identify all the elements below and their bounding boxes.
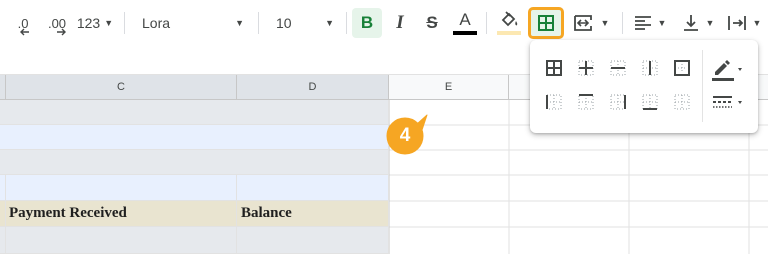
strikethrough-button[interactable]: S <box>418 0 446 46</box>
arrow-left-icon <box>20 28 29 36</box>
right-border-option[interactable] <box>608 92 628 112</box>
pencil-icon <box>712 60 742 81</box>
font-family-dropdown[interactable]: Lora ▼ <box>132 0 250 46</box>
column-header-c[interactable]: C <box>6 75 237 100</box>
caret-down-icon: ▼ <box>600 18 610 28</box>
toolbar-divider <box>622 12 623 34</box>
all-borders-icon <box>546 60 562 76</box>
paint-bucket-icon <box>501 11 518 27</box>
caret-down-icon: ▼ <box>104 18 114 28</box>
number-format-dropdown[interactable]: 123 ▼ <box>74 0 116 46</box>
clear-borders-option[interactable] <box>672 92 692 112</box>
payment-received-cell[interactable]: Payment Received <box>6 201 237 227</box>
fill-color-button[interactable] <box>494 0 524 46</box>
font-name-label: Lora <box>142 15 171 31</box>
horizontal-borders-icon <box>610 60 626 76</box>
balance-cell[interactable]: Balance <box>237 201 389 227</box>
inner-borders-icon <box>578 60 594 76</box>
borders-button[interactable] <box>528 7 564 39</box>
top-border-icon <box>578 94 594 110</box>
caret-down-icon: ▼ <box>752 18 762 28</box>
outer-borders-option[interactable] <box>672 58 692 78</box>
grid-cell[interactable] <box>237 227 389 254</box>
vertical-borders-option[interactable] <box>640 58 660 78</box>
toolbar-divider <box>124 12 125 34</box>
right-border-icon <box>610 94 626 110</box>
bold-button[interactable]: B <box>352 8 382 38</box>
text-color-button[interactable]: A <box>450 0 480 46</box>
text-wrap-icon <box>727 16 746 30</box>
bold-label: B <box>360 13 374 32</box>
inner-borders-option[interactable] <box>576 58 596 78</box>
caret-down-icon: ▼ <box>657 18 667 28</box>
toolbar-divider <box>486 12 487 34</box>
all-borders-option[interactable] <box>544 58 564 78</box>
outer-borders-icon <box>674 60 690 76</box>
top-border-option[interactable] <box>576 92 596 112</box>
vertical-borders-icon <box>642 60 658 76</box>
border-color-option[interactable] <box>710 56 750 82</box>
grid-cell[interactable] <box>6 175 237 201</box>
payment-received-label: Payment Received <box>9 205 127 221</box>
toolbar-divider <box>346 12 347 34</box>
column-header-e[interactable]: E <box>389 75 509 100</box>
grid-cell[interactable] <box>0 150 389 175</box>
caret-down-icon: ▼ <box>235 18 244 28</box>
column-header-d[interactable]: D <box>237 75 389 100</box>
text-color-swatch <box>453 31 477 35</box>
arrow-right-icon <box>57 28 66 36</box>
caret-down-icon: ▼ <box>705 18 715 28</box>
text-color-label: A <box>459 10 471 29</box>
step-number: 4 <box>399 125 411 146</box>
toolbar-divider <box>258 12 259 34</box>
font-size-label: 10 <box>276 15 292 31</box>
grid-cell[interactable] <box>0 125 389 150</box>
column-e-label: E <box>444 81 453 93</box>
strikethrough-label: S <box>426 13 438 32</box>
italic-label: I <box>396 12 404 33</box>
column-c-label: C <box>117 81 125 93</box>
border-style-icon <box>713 96 742 108</box>
clear-borders-icon <box>674 94 690 110</box>
increase-decimal-button[interactable]: .00 <box>42 0 72 46</box>
left-border-icon <box>546 94 562 110</box>
font-size-dropdown[interactable]: 10 ▼ <box>266 0 340 46</box>
menu-divider <box>702 50 703 122</box>
grid-cell[interactable] <box>0 100 389 125</box>
merge-cells-icon <box>573 15 592 31</box>
grid-cell[interactable] <box>237 175 389 201</box>
align-bottom-icon <box>683 15 698 31</box>
border-style-option[interactable] <box>710 92 750 114</box>
borders-menu <box>530 40 758 133</box>
balance-label: Balance <box>241 205 292 221</box>
bottom-border-icon <box>642 94 658 110</box>
decrease-decimal-button[interactable]: .0 <box>6 0 40 46</box>
all-borders-icon <box>538 15 554 31</box>
number-format-label: 123 <box>76 15 101 31</box>
bottom-border-option[interactable] <box>640 92 660 112</box>
fill-color-swatch <box>497 31 521 35</box>
column-d-label: D <box>308 81 317 93</box>
step-badge: 4 <box>382 114 428 160</box>
italic-button[interactable]: I <box>386 0 414 46</box>
align-left-icon <box>634 16 651 30</box>
horizontal-borders-option[interactable] <box>608 58 628 78</box>
caret-down-icon: ▼ <box>325 18 334 28</box>
left-border-option[interactable] <box>544 92 564 112</box>
grid-cell[interactable] <box>6 227 237 254</box>
